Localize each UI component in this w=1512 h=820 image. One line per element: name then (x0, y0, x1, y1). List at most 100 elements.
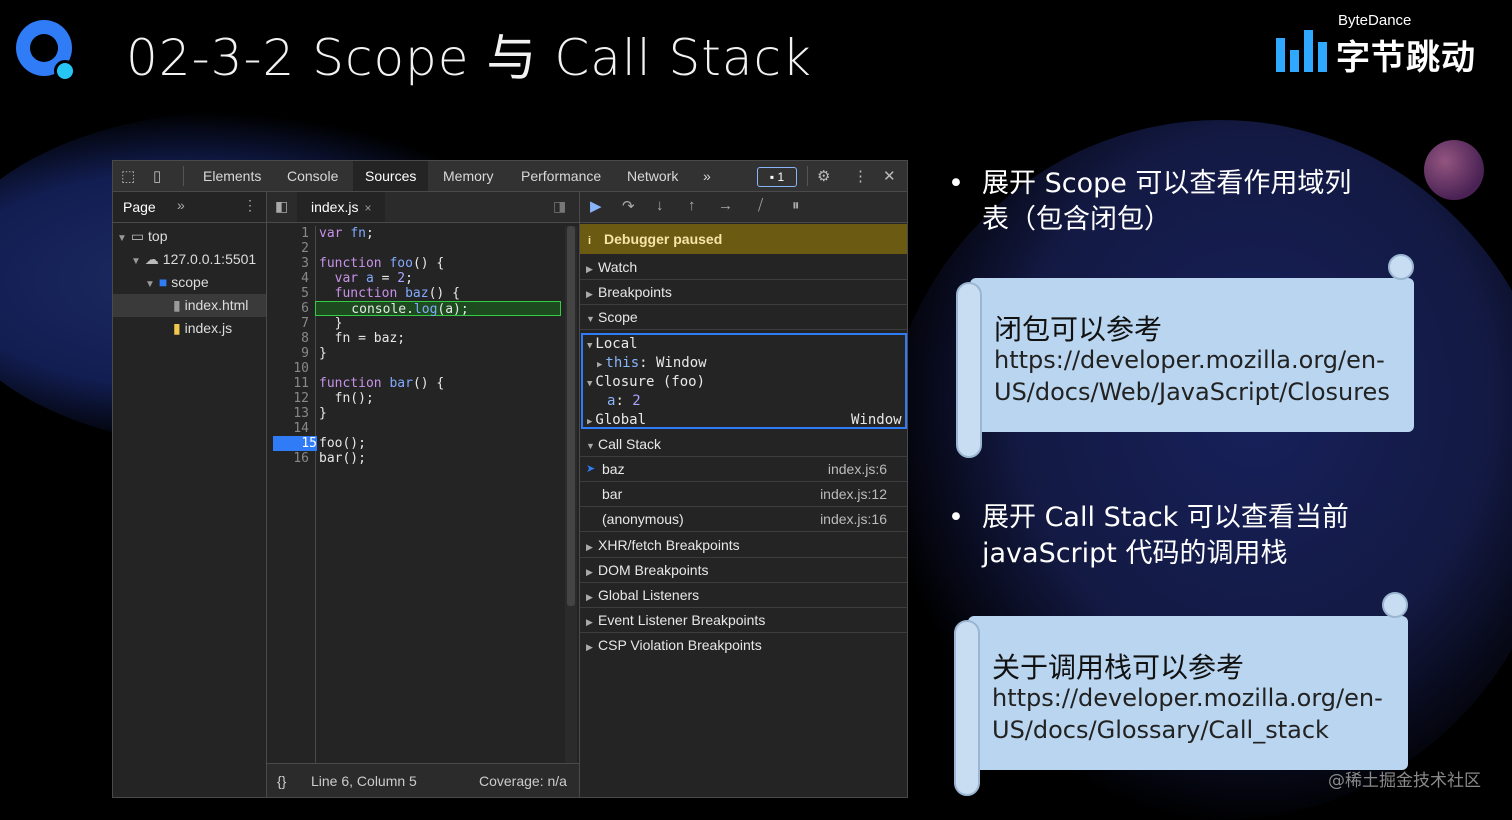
tree-item-top[interactable]: ▼ ▭ top (117, 225, 267, 248)
editor-scrollbar[interactable] (565, 226, 577, 766)
line-number: 1 (301, 226, 309, 241)
file-navigator: Page » ⋮ ▼ ▭ top ▼ ☁ 127.0.0.1:5501 ▼ ■ sco… (113, 192, 267, 797)
scope-local[interactable]: ▼ Local (587, 335, 638, 354)
navigator-menu-icon[interactable]: ⋮ (243, 197, 257, 214)
close-tab-icon[interactable]: × (364, 201, 371, 215)
cloud-icon: ☁ (144, 251, 159, 267)
code-line: } (319, 316, 343, 331)
line-number: 3 (301, 256, 309, 271)
scroll-curl-icon (1382, 592, 1408, 618)
close-icon[interactable]: ✕ (883, 167, 896, 185)
line-number: 16 (293, 451, 309, 466)
line-number-gutter[interactable]: 1 2 3 4 5 6 7 8 9 10 11 12 13 14 15 16 (267, 226, 317, 766)
scope-global[interactable]: ▶ Global (587, 411, 646, 430)
tab-console[interactable]: Console (287, 168, 338, 184)
call-stack-frame[interactable]: ➤ baz index.js:6 (580, 457, 907, 482)
scroll-note-closures: 闭包可以参考 https://developer.mozilla.org/en-… (954, 252, 1418, 462)
toggle-debugger-icon[interactable]: ◨ (553, 198, 566, 215)
device-toolbar-icon[interactable]: ▯ (153, 167, 161, 185)
breakpoint-marker[interactable]: 15 (273, 436, 317, 451)
call-stack-heading: 关于调用栈可以参考 (992, 651, 1245, 684)
step-out-icon[interactable]: ↑ (688, 197, 696, 214)
code-line: function baz() { (334, 286, 460, 301)
section-watch[interactable]: ▶ Watch (580, 255, 907, 280)
tab-network[interactable]: Network (627, 168, 678, 184)
inspect-element-icon[interactable]: ⬚ (121, 167, 135, 185)
call-stack-link-line1[interactable]: https://developer.mozilla.org/en- (992, 682, 1383, 714)
scroll-curl-icon (956, 282, 982, 458)
scroll-curl-icon (954, 620, 980, 796)
message-icon: ▪ (769, 170, 775, 184)
code-line: } (319, 346, 327, 361)
scope-global-value: Window (851, 412, 902, 428)
html-file-icon: ▮ (173, 297, 181, 313)
section-dom-breakpoints[interactable]: ▶ DOM Breakpoints (580, 558, 907, 583)
section-scope[interactable]: ▼ Scope (580, 305, 907, 330)
line-number: 5 (301, 286, 309, 301)
tree-item-index-js[interactable]: ▮ index.js (173, 317, 267, 340)
js-file-icon: ▮ (173, 320, 181, 336)
toggle-navigator-icon[interactable]: ◧ (275, 198, 288, 215)
scope-closure-var: a: 2 (607, 393, 641, 409)
code-editor: ◧ index.js × ◨ 1 2 3 4 5 6 7 8 9 10 11 12… (267, 192, 580, 797)
line-number: 10 (293, 361, 309, 376)
tab-performance[interactable]: Performance (521, 168, 601, 184)
folder-icon: ■ (158, 274, 168, 290)
line-number: 11 (293, 376, 309, 391)
brand-name-en: ByteDance (1338, 12, 1412, 29)
editor-status-bar: {} Line 6, Column 5 Coverage: n/a (267, 763, 579, 797)
call-stack-frame[interactable]: (anonymous) index.js:16 (580, 507, 907, 532)
line-number: 13 (293, 406, 309, 421)
pause-on-exceptions-icon[interactable]: ⏸ (792, 197, 800, 214)
debugger-paused-banner: i Debugger paused (580, 224, 907, 254)
section-breakpoints[interactable]: ▶ Breakpoints (580, 280, 907, 305)
scope-this[interactable]: ▶ this: Window (597, 354, 707, 373)
code-line: var fn; (319, 226, 374, 241)
closures-heading: 闭包可以参考 (994, 313, 1163, 346)
tree-item-scope-folder[interactable]: ▼ ■ scope (145, 271, 267, 294)
call-stack-frame[interactable]: bar index.js:12 (580, 482, 907, 507)
more-tabs-button[interactable]: » (703, 168, 711, 184)
navigator-more-icon[interactable]: » (177, 197, 185, 213)
scope-closure[interactable]: ▼ Closure (foo) (587, 373, 705, 392)
tab-memory[interactable]: Memory (443, 168, 494, 184)
bytedance-bars-icon (1276, 26, 1327, 72)
closures-link-line2[interactable]: US/docs/Web/JavaScript/Closures (994, 376, 1390, 408)
code-line: function foo() { (319, 256, 445, 271)
section-event-listener-breakpoints[interactable]: ▶ Event Listener Breakpoints (580, 608, 907, 633)
navigator-page-tab[interactable]: Page (123, 199, 156, 215)
code-line: } (319, 406, 327, 421)
resume-icon[interactable]: ▶ (590, 197, 602, 215)
step-over-icon[interactable]: ↷ (622, 197, 635, 215)
tree-item-host[interactable]: ▼ ☁ 127.0.0.1:5501 (131, 248, 267, 271)
editor-tab-index-js[interactable]: index.js × (297, 192, 386, 222)
kebab-menu-icon[interactable]: ⋮ (853, 167, 868, 185)
tree-item-index-html[interactable]: ▮ index.html (113, 294, 266, 317)
pretty-print-button[interactable]: {} (277, 773, 286, 789)
code-line: foo(); (319, 436, 366, 451)
issues-badge[interactable]: ▪ 1 (757, 167, 797, 187)
section-csp-breakpoints[interactable]: ▶ CSP Violation Breakpoints (580, 633, 907, 657)
call-stack-link-line2[interactable]: US/docs/Glossary/Call_stack (992, 714, 1329, 746)
course-logo (16, 20, 76, 82)
section-xhr-breakpoints[interactable]: ▶ XHR/fetch Breakpoints (580, 533, 907, 558)
cursor-position: Line 6, Column 5 (311, 773, 417, 789)
line-number: 12 (293, 391, 309, 406)
settings-gear-icon[interactable]: ⚙ (817, 167, 830, 185)
tab-sources[interactable]: Sources (353, 161, 429, 191)
section-global-listeners[interactable]: ▶ Global Listeners (580, 583, 907, 608)
section-call-stack[interactable]: ▼ Call Stack (580, 432, 907, 457)
devtools-tabbar: ⬚ ▯ Elements Console Sources Memory Perf… (113, 161, 907, 192)
tab-elements[interactable]: Elements (203, 168, 261, 184)
closures-link-line1[interactable]: https://developer.mozilla.org/en- (994, 344, 1385, 376)
line-number: 7 (301, 316, 309, 331)
debugger-toolbar: ▶ ↷ ↓ ↑ → ⧸ ⏸ (580, 192, 907, 223)
info-icon: i (588, 235, 592, 247)
step-into-icon[interactable]: ↓ (656, 197, 664, 214)
step-icon[interactable]: → (718, 197, 733, 214)
brand-name-zh: 字节跳动 (1336, 38, 1476, 78)
scope-panel: ▼ Local ▶ this: Window ▼ Closure (foo) a: 2… (581, 333, 907, 429)
frame-icon: ▭ (130, 228, 145, 244)
deactivate-breakpoints-icon[interactable]: ⧸ (758, 197, 763, 214)
line-number: 14 (293, 421, 309, 436)
